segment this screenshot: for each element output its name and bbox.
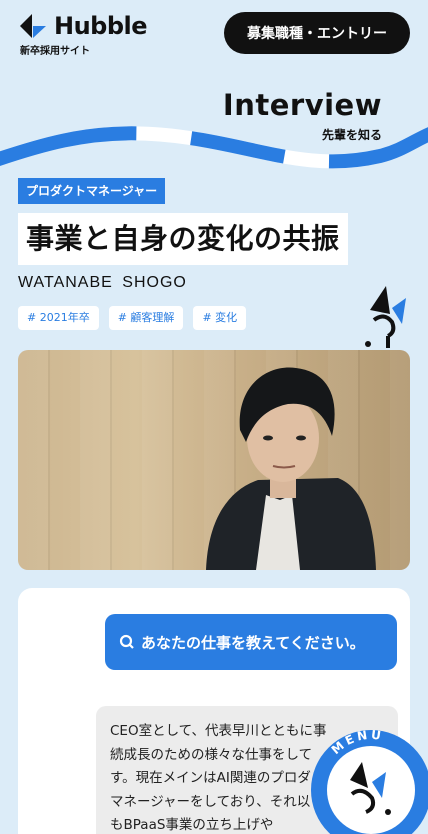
page-title: Interview [222,88,382,122]
logo-text: Hubble [54,12,148,40]
person-illustration [206,367,376,570]
site-logo[interactable]: Hubble 新卒採用サイト [18,12,148,57]
category-badge: プロダクトマネージャー [18,178,166,204]
figure-decoration-icon [365,286,406,348]
tag-item[interactable]: # 2021年卒 [18,306,99,330]
interviewee-photo [18,350,410,570]
logo-subtitle: 新卒採用サイト [20,46,90,57]
tag-list: # 2021年卒 # 顧客理解 # 変化 [18,306,247,330]
entry-button[interactable]: 募集職種・エントリー [224,12,410,54]
menu-button[interactable]: MENU [296,714,428,834]
page: Hubble 新卒採用サイト 募集職種・エントリー Interview 先輩を知… [0,0,428,834]
article-title: 事業と自身の変化の共振 [18,213,348,265]
question-bubble: あなたの仕事を教えてください。 [105,614,397,670]
question-q-icon [119,634,134,649]
tag-item[interactable]: # 顧客理解 [108,306,184,330]
person-name: WATANABE SHOGO [18,274,187,291]
question-text: あなたの仕事を教えてください。 [141,633,365,652]
page-subtitle: 先輩を知る [321,128,382,142]
tag-item[interactable]: # 変化 [193,306,247,330]
hubble-logo-icon [20,14,46,38]
